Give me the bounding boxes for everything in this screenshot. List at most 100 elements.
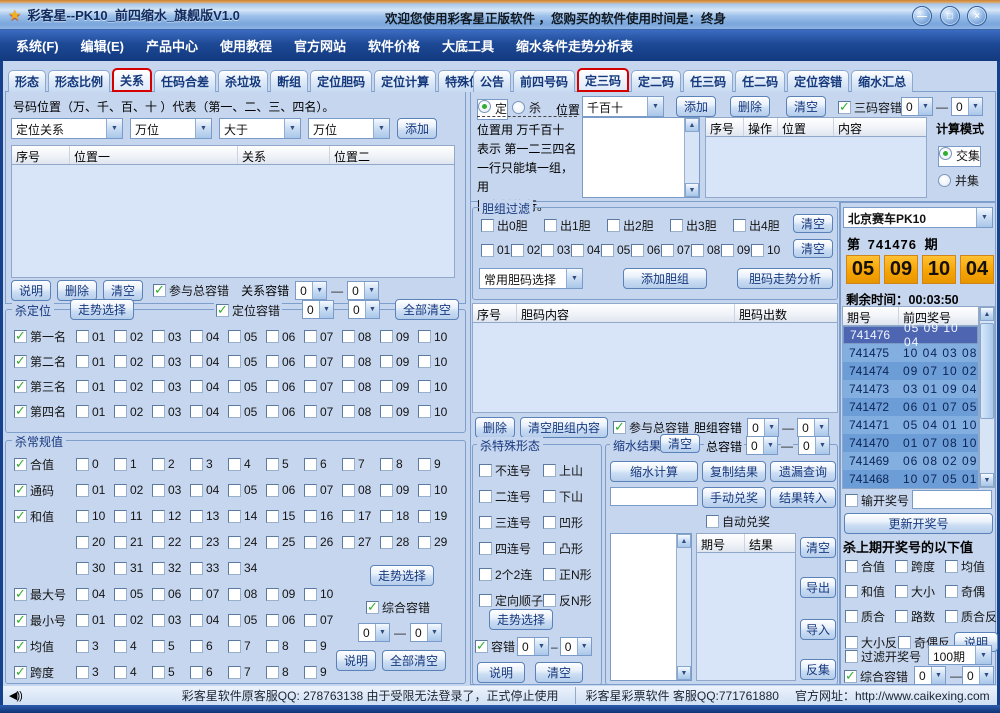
tolerance-min-select[interactable]: 0 ▼: [358, 623, 390, 642]
checkbox-3[interactable]: 3: [76, 639, 114, 653]
checkbox-07[interactable]: 07: [661, 243, 691, 257]
tolerance-max-select[interactable]: 0 ▼: [410, 623, 442, 642]
table-row[interactable]: 741468 10 07 05 01: [843, 470, 978, 488]
checkbox-2[interactable]: 2: [152, 457, 190, 471]
minimize-button[interactable]: —: [912, 6, 932, 26]
menu-item-缩水条件走势分析表[interactable]: 缩水条件走势分析表: [516, 36, 633, 55]
tolerance-max-select[interactable]: 0 ▼: [559, 637, 592, 656]
kill-regular-trend-button[interactable]: 走势选择: [370, 565, 435, 586]
code-input-textarea[interactable]: ▲ ▼: [582, 117, 700, 198]
tab-任二码[interactable]: 任二码: [735, 70, 786, 92]
checkbox-6[interactable]: 6: [190, 639, 228, 653]
checkbox-05[interactable]: 05: [228, 613, 266, 627]
checkbox-03[interactable]: 03: [152, 405, 190, 419]
checkbox-8[interactable]: 8: [266, 665, 304, 679]
checkbox-3[interactable]: 3: [190, 457, 228, 471]
scroll-down-icon[interactable]: ▼: [980, 473, 994, 487]
checkbox-4[interactable]: 4: [114, 639, 152, 653]
checkbox-02[interactable]: 02: [114, 355, 152, 369]
checkbox-01[interactable]: 01: [76, 380, 114, 394]
tolerance-min-select[interactable]: 0 ▼: [517, 637, 550, 656]
special-checkbox[interactable]: 二连号: [479, 488, 543, 505]
checkbox-10[interactable]: 10: [751, 243, 781, 257]
row-toggle-rank2[interactable]: 第二名: [14, 353, 76, 370]
checkbox-5[interactable]: 5: [152, 639, 190, 653]
code-table-body[interactable]: [705, 137, 927, 198]
checkbox-04[interactable]: 04: [571, 243, 601, 257]
checkbox-21[interactable]: 21: [114, 535, 152, 549]
menu-item-大底工具[interactable]: 大底工具: [442, 36, 494, 55]
tab-定位计算[interactable]: 定位计算: [374, 70, 437, 92]
checkbox-08[interactable]: 08: [342, 483, 380, 497]
checkbox-7[interactable]: 7: [228, 639, 266, 653]
combo-tolerance-checkbox[interactable]: 综合容错: [366, 599, 430, 616]
tab-任码合差[interactable]: 任码合差: [154, 70, 217, 92]
kill-regular-help-button[interactable]: 说明: [336, 650, 377, 671]
checkbox-27[interactable]: 27: [342, 535, 380, 549]
checkbox-02[interactable]: 02: [114, 483, 152, 497]
checkbox-1[interactable]: 1: [114, 457, 152, 471]
table-row[interactable]: 741472 06 01 07 05: [843, 398, 978, 416]
checkbox-05[interactable]: 05: [228, 405, 266, 419]
checkbox-05[interactable]: 05: [601, 243, 631, 257]
checkbox-16[interactable]: 16: [304, 509, 342, 523]
checkbox-06[interactable]: 06: [266, 613, 304, 627]
checkbox-07[interactable]: 07: [304, 613, 342, 627]
row-toggle-hezhi[interactable]: 合值: [14, 456, 76, 473]
checkbox-04[interactable]: 04: [190, 613, 228, 627]
relation-help-button[interactable]: 说明: [11, 280, 52, 301]
relation-delete-button[interactable]: 删除: [57, 280, 98, 301]
tolerance-min-select[interactable]: 0 ▼: [914, 666, 946, 685]
checkbox-08[interactable]: 08: [691, 243, 721, 257]
checkbox-19[interactable]: 19: [418, 509, 456, 523]
checkbox-30[interactable]: 30: [76, 561, 114, 575]
position-tolerance-max-select[interactable]: 0 ▼: [348, 300, 380, 319]
checkbox-25[interactable]: 25: [266, 535, 304, 549]
checkbox-11[interactable]: 11: [114, 509, 152, 523]
mode-sha-radio[interactable]: 杀: [512, 99, 541, 116]
result-list-clear-button[interactable]: 清空: [800, 537, 836, 558]
tolerance-max-select[interactable]: 0 ▼: [951, 97, 983, 116]
close-button[interactable]: ×: [967, 6, 987, 26]
row-toggle-avg[interactable]: 均值: [14, 638, 76, 655]
tab-关系[interactable]: 关系: [112, 68, 153, 92]
shrink-calc-button[interactable]: 缩水计算: [610, 461, 698, 482]
total-tolerance-min-select[interactable]: 0 ▼: [746, 436, 778, 455]
checkbox-06[interactable]: 06: [152, 587, 190, 601]
special-checkbox[interactable]: 三连号: [479, 514, 543, 531]
checkbox-22[interactable]: 22: [152, 535, 190, 549]
filter-draw-checkbox[interactable]: 过滤开奖号: [845, 648, 921, 665]
checkbox-03[interactable]: 03: [152, 483, 190, 497]
common-dan-select[interactable]: 常用胆码选择 ▼: [479, 268, 583, 289]
checkbox-24[interactable]: 24: [228, 535, 266, 549]
checkbox-7[interactable]: 7: [342, 457, 380, 471]
maximize-button[interactable]: □: [940, 6, 960, 26]
operator-select[interactable]: 大于 ▼: [219, 118, 301, 139]
kill-position-clear-all-button[interactable]: 全部清空: [394, 299, 459, 320]
code-clear-button[interactable]: 清空: [786, 96, 827, 117]
checkbox-3[interactable]: 3: [76, 665, 114, 679]
checkbox-06[interactable]: 06: [631, 243, 661, 257]
special-checkbox[interactable]: 凹形: [543, 514, 583, 531]
checkbox-09[interactable]: 09: [266, 587, 304, 601]
draw-number-input[interactable]: [912, 490, 992, 509]
total-tolerance-max-select[interactable]: 0 ▼: [798, 436, 830, 455]
checkbox-出2胆[interactable]: 出2胆: [607, 217, 670, 234]
checkbox-23[interactable]: 23: [190, 535, 228, 549]
checkbox-02[interactable]: 02: [114, 613, 152, 627]
table-row[interactable]: 741471 05 04 01 10: [843, 416, 978, 434]
checkbox-10[interactable]: 10: [418, 330, 456, 344]
checkbox-质合反[interactable]: 质合反: [945, 608, 997, 625]
update-draw-button[interactable]: 更新开奖号: [844, 513, 993, 534]
position-two-select[interactable]: 万位 ▼: [308, 118, 390, 139]
tolerance-max-select[interactable]: 0 ▼: [962, 666, 994, 685]
relation-clear-button[interactable]: 清空: [103, 280, 144, 301]
right-combo-tolerance-checkbox[interactable]: 综合容错: [844, 668, 908, 685]
prize-check-input[interactable]: [610, 487, 698, 506]
tab-定二码[interactable]: 定二码: [631, 70, 682, 92]
speaker-icon[interactable]: ◀)): [9, 689, 23, 702]
checkbox-5[interactable]: 5: [266, 457, 304, 471]
checkbox-10[interactable]: 10: [304, 587, 342, 601]
position-one-select[interactable]: 万位 ▼: [130, 118, 212, 139]
special-tolerance-checkbox[interactable]: 容错: [475, 638, 515, 655]
